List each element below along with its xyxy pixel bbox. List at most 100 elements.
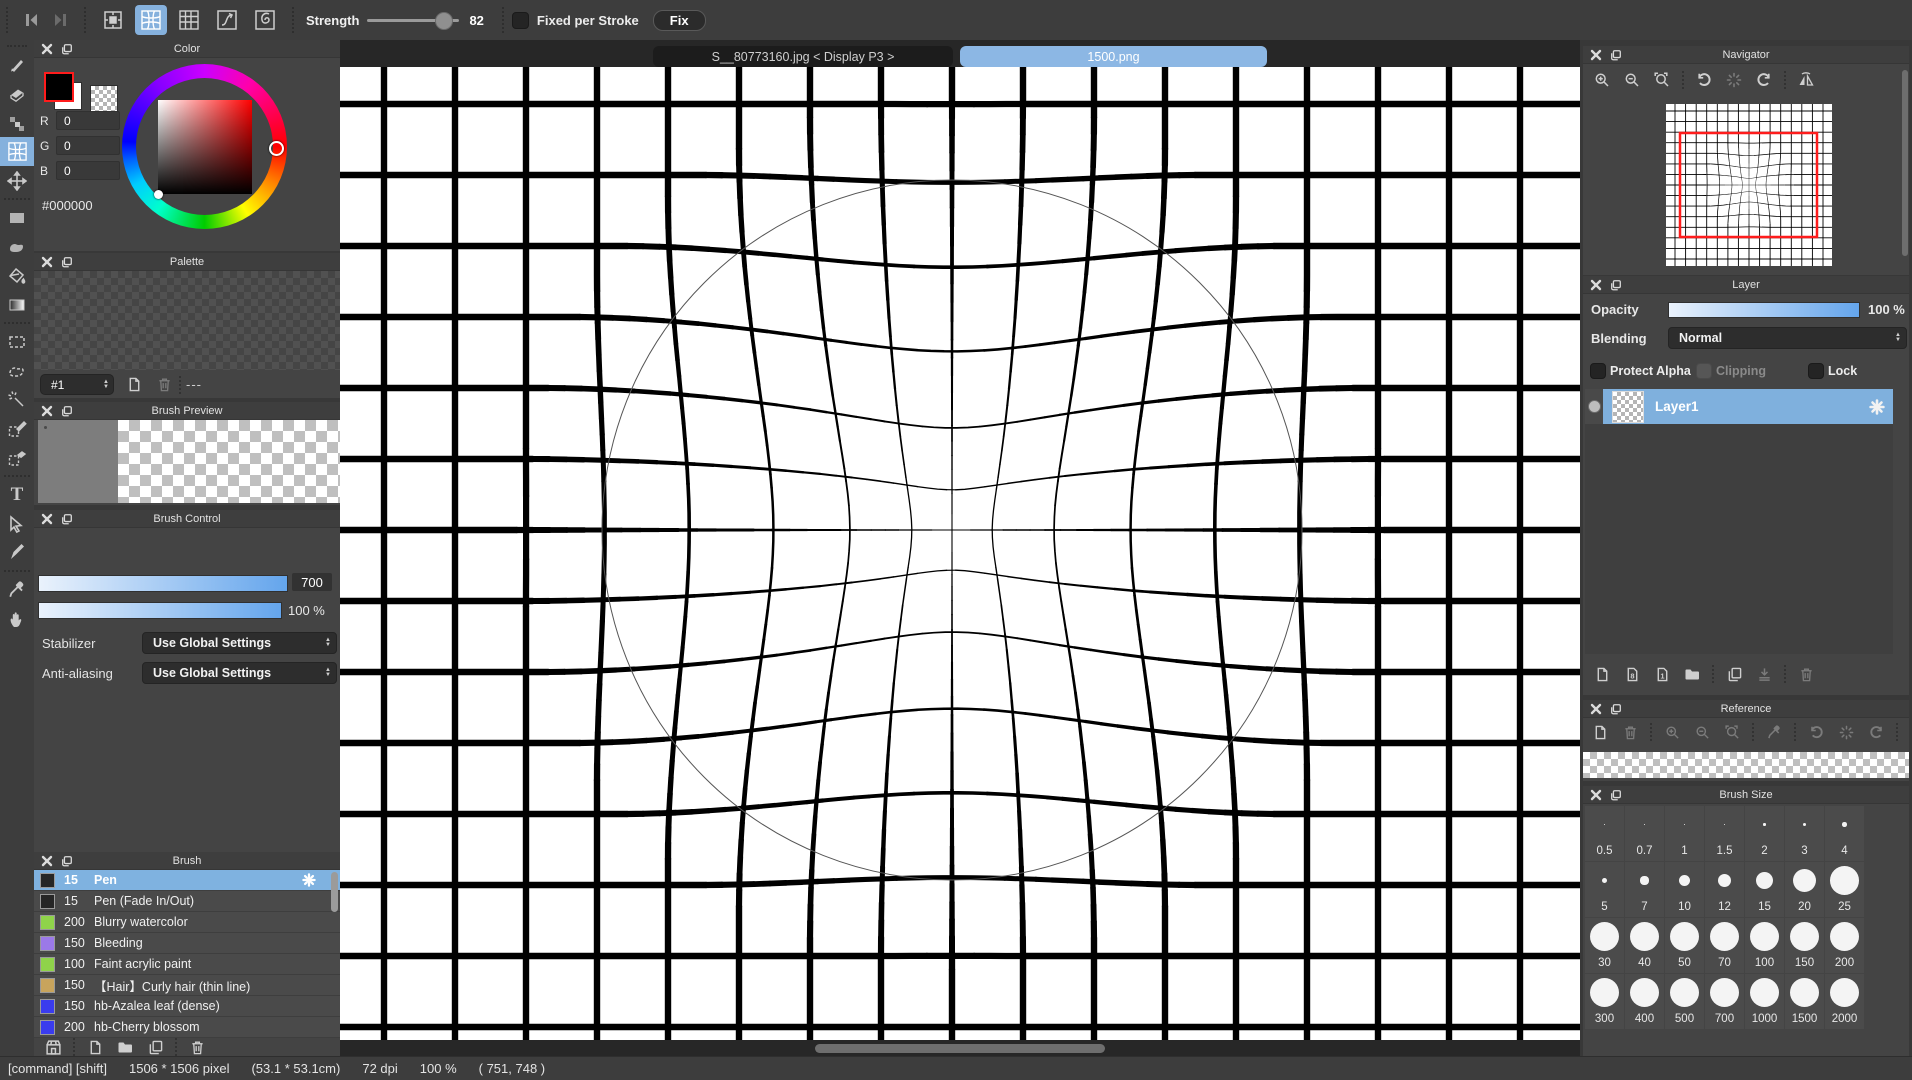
step-back-button[interactable] (16, 7, 46, 33)
brush-size-cell[interactable]: 1.5 (1705, 806, 1744, 861)
brush-size-cell[interactable]: 400 (1625, 974, 1664, 1029)
brush-opacity-slider[interactable] (38, 602, 282, 619)
dot-tool[interactable] (0, 108, 34, 137)
red-field[interactable]: 0 (56, 111, 120, 130)
popout-panel-icon[interactable] (60, 43, 74, 55)
brush-list-item[interactable]: 100 Faint acrylic paint (34, 954, 340, 975)
new-layer-icon[interactable] (1592, 664, 1612, 684)
brush-size-value[interactable]: 700 (292, 573, 332, 591)
brush-list-item[interactable]: 150 hb-Azalea leaf (dense) (34, 996, 340, 1017)
popout-panel-icon[interactable] (60, 405, 74, 417)
rotate-right-icon[interactable] (1754, 70, 1774, 90)
blue-field[interactable]: 0 (56, 161, 120, 180)
brush-size-cell[interactable]: 700 (1705, 974, 1744, 1029)
pen-tool[interactable] (0, 538, 34, 567)
delete-brush-icon[interactable] (187, 1037, 207, 1057)
new-1bit-layer-icon[interactable] (1652, 664, 1672, 684)
canvas-horizontal-scrollbar[interactable] (340, 1040, 1580, 1057)
duplicate-brush-icon[interactable] (145, 1037, 165, 1057)
add-palette-color-icon[interactable] (124, 376, 144, 394)
popout-panel-icon[interactable] (1609, 279, 1623, 291)
step-forward-button[interactable] (46, 7, 76, 33)
hand-tool[interactable] (0, 604, 34, 633)
opacity-slider[interactable] (1668, 302, 1860, 318)
brush-list-item[interactable]: 200 Blurry watercolor (34, 912, 340, 933)
foreground-color-swatch[interactable] (44, 72, 74, 102)
brush-size-cell[interactable]: 500 (1665, 974, 1704, 1029)
navigator-thumbnail[interactable] (1666, 104, 1832, 266)
strength-slider-thumb[interactable] (435, 12, 453, 30)
text-tool[interactable]: T (0, 480, 34, 509)
saturation-value-square[interactable] (158, 100, 252, 194)
flip-horizontal-icon[interactable] (1908, 722, 1912, 742)
brush-size-cell[interactable]: 50 (1665, 918, 1704, 973)
gradient-tool[interactable] (0, 290, 34, 319)
magic-wand-tool[interactable] (0, 385, 34, 414)
brush-list-scrollbar[interactable] (331, 872, 338, 912)
rotate-right-icon[interactable] (1866, 722, 1886, 742)
brush-size-cell[interactable]: 3 (1785, 806, 1824, 861)
flip-horizontal-icon[interactable] (1796, 70, 1816, 90)
brush-size-cell[interactable]: 10 (1665, 862, 1704, 917)
color-wheel[interactable] (122, 64, 287, 229)
brush-size-cell[interactable]: 7 (1625, 862, 1664, 917)
merge-down-icon[interactable] (1754, 664, 1774, 684)
liquify-mode-grid-button[interactable] (173, 5, 205, 35)
close-panel-icon[interactable] (40, 405, 54, 417)
delete-reference-icon[interactable] (1620, 722, 1640, 742)
eyedropper-icon[interactable] (1764, 722, 1784, 742)
close-panel-icon[interactable] (40, 43, 54, 55)
zoom-fit-icon[interactable] (1722, 722, 1742, 742)
brush-folder-icon[interactable] (115, 1037, 135, 1057)
move-tool[interactable] (0, 166, 34, 195)
stepper-icon[interactable]: ▲▼ (103, 380, 109, 390)
brush-size-cell[interactable]: 1500 (1785, 974, 1824, 1029)
stabilizer-dropdown[interactable]: Use Global Settings ▲▼ (142, 632, 337, 654)
antialias-dropdown[interactable]: Use Global Settings ▲▼ (142, 662, 337, 684)
liquify-mode-twirl-button[interactable] (249, 5, 281, 35)
layer-settings-gear-icon[interactable] (1869, 399, 1885, 415)
brush-size-cell[interactable]: 100 (1745, 918, 1784, 973)
brush-size-cell[interactable]: 0.7 (1625, 806, 1664, 861)
eyedropper-tool[interactable] (0, 575, 34, 604)
brush-size-cell[interactable]: 40 (1625, 918, 1664, 973)
brush-list-item[interactable]: 15 Pen (Fade In/Out) (34, 891, 340, 912)
strength-slider[interactable] (367, 19, 459, 22)
close-panel-icon[interactable] (1589, 703, 1603, 715)
layer-visibility-toggle[interactable] (1585, 389, 1603, 424)
fix-button[interactable]: Fix (653, 10, 706, 31)
protect-alpha-checkbox[interactable] (1590, 363, 1606, 379)
sv-marker[interactable] (154, 190, 163, 199)
select-rect-tool[interactable] (0, 327, 34, 356)
rotate-left-icon[interactable] (1806, 722, 1826, 742)
transparent-color-swatch[interactable] (90, 85, 118, 113)
close-panel-icon[interactable] (1589, 49, 1603, 61)
popout-panel-icon[interactable] (60, 256, 74, 268)
fixed-per-stroke-checkbox[interactable] (512, 12, 529, 29)
popout-panel-icon[interactable] (1609, 49, 1623, 61)
liquify-mode-warp-button[interactable] (211, 5, 243, 35)
canvas-viewport[interactable] (340, 67, 1580, 1040)
fill-lasso-tool[interactable] (0, 232, 34, 261)
eraser-tool[interactable] (0, 79, 34, 108)
rotate-reset-icon[interactable] (1724, 70, 1744, 90)
brush-size-cell[interactable]: 300 (1585, 974, 1624, 1029)
liquify-tool[interactable] (0, 137, 34, 166)
brush-size-cell[interactable]: 2 (1745, 806, 1784, 861)
green-field[interactable]: 0 (56, 136, 120, 155)
new-8bit-layer-icon[interactable] (1622, 664, 1642, 684)
brush-size-slider[interactable] (38, 575, 288, 592)
new-reference-icon[interactable] (1590, 722, 1610, 742)
brush-size-cell[interactable]: 0.5 (1585, 806, 1624, 861)
brush-list-item[interactable]: 15 Pen (34, 870, 340, 891)
document-tab-active[interactable]: 1500.png (960, 46, 1267, 67)
brush-size-cell[interactable]: 25 (1825, 862, 1864, 917)
palette-swatches-area[interactable] (34, 271, 340, 370)
brush-settings-gear-icon[interactable] (302, 873, 316, 887)
zoom-fit-icon[interactable] (1652, 70, 1672, 90)
brush-size-cell[interactable]: 2000 (1825, 974, 1864, 1029)
clipping-checkbox[interactable] (1696, 363, 1712, 379)
zoom-out-icon[interactable] (1622, 70, 1642, 90)
layer-row-body[interactable]: Layer1 (1603, 389, 1893, 424)
navigator-scrollbar[interactable] (1902, 70, 1908, 256)
